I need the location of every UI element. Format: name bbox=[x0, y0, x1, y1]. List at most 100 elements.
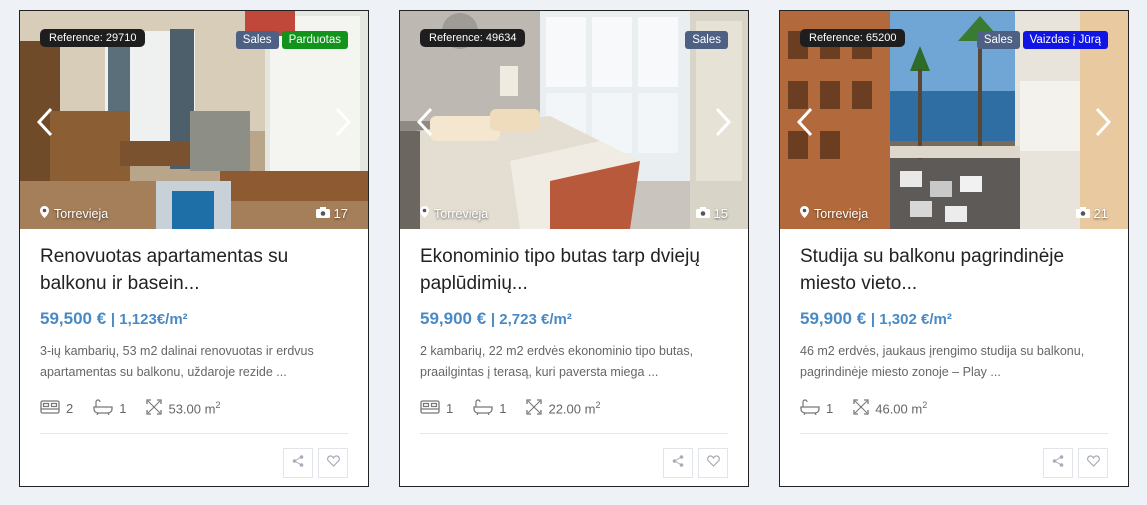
photo-count-label: 17 bbox=[333, 206, 348, 221]
listing-photo[interactable]: Reference: 29710 Sales Parduotas Torrevi… bbox=[20, 11, 368, 229]
chevron-right-icon[interactable] bbox=[712, 105, 734, 139]
camera-icon bbox=[315, 206, 330, 221]
camera-icon bbox=[695, 206, 710, 221]
share-icon bbox=[292, 454, 304, 472]
listing-price: 59,900 € | 2,723 €/m² bbox=[420, 309, 728, 329]
bedrooms-feature: 1 bbox=[420, 399, 454, 417]
share-button[interactable] bbox=[1043, 448, 1073, 478]
location: Torrevieja bbox=[420, 206, 488, 221]
photo-count-label: 21 bbox=[1093, 206, 1108, 221]
chevron-left-icon[interactable] bbox=[794, 105, 816, 139]
listing-card[interactable]: Reference: 29710 Sales Parduotas Torrevi… bbox=[19, 10, 369, 487]
listing-title[interactable]: Renovuotas apartamentas su balkonu ir ba… bbox=[40, 243, 348, 297]
area-value: 46.00 m2 bbox=[875, 400, 927, 416]
bath-icon bbox=[93, 398, 113, 418]
area-unit-sup: 2 bbox=[922, 399, 928, 410]
area-icon bbox=[853, 398, 869, 418]
sold-tag: Parduotas bbox=[281, 31, 348, 49]
listing-description: 46 m2 erdvės, jaukaus įrengimo studija s… bbox=[800, 344, 1085, 379]
sales-tag: Sales bbox=[685, 31, 728, 49]
photo-count: 17 bbox=[315, 206, 348, 221]
listing-photo[interactable]: Reference: 65200 Sales Vaizdas į Jūrą To… bbox=[780, 11, 1128, 229]
map-pin-icon bbox=[420, 206, 429, 221]
card-actions bbox=[420, 448, 728, 478]
area-icon bbox=[526, 398, 543, 418]
price-value: 59,900 € bbox=[800, 309, 867, 328]
bathrooms-feature: 1 bbox=[93, 398, 126, 418]
reference-badge: Reference: 65200 bbox=[800, 29, 906, 47]
location-label: Torrevieja bbox=[434, 206, 489, 221]
photo-count: 15 bbox=[695, 206, 728, 221]
listing-price: 59,900 € | 1,302 €/m² bbox=[800, 309, 1108, 329]
bedrooms-count: 2 bbox=[66, 400, 74, 416]
chevron-left-icon[interactable] bbox=[414, 105, 436, 139]
divider bbox=[40, 433, 348, 434]
area-number: 53.00 m bbox=[168, 401, 216, 417]
bathrooms-count: 1 bbox=[826, 400, 834, 416]
bath-icon bbox=[800, 398, 820, 418]
listing-title[interactable]: Studija su balkonu pagrindinėje miesto v… bbox=[800, 243, 1108, 297]
share-button[interactable] bbox=[663, 448, 693, 478]
area-unit-sup: 2 bbox=[595, 399, 601, 410]
tag-list: Sales Vaizdas į Jūrą bbox=[976, 31, 1108, 49]
listing-description: 2 kambarių, 22 m2 erdvės ekonominio tipo… bbox=[420, 344, 694, 379]
favorite-button[interactable] bbox=[318, 448, 348, 478]
share-icon bbox=[1052, 454, 1064, 472]
sales-tag: Sales bbox=[235, 31, 279, 49]
heart-icon bbox=[326, 454, 340, 472]
listing-card[interactable]: Reference: 65200 Sales Vaizdas į Jūrą To… bbox=[779, 10, 1129, 487]
area-feature: 53.00 m2 bbox=[146, 398, 220, 418]
bathrooms-feature: 1 bbox=[800, 398, 834, 418]
share-button[interactable] bbox=[283, 448, 313, 478]
location-label: Torrevieja bbox=[54, 206, 109, 221]
area-unit-sup: 2 bbox=[215, 399, 221, 410]
divider bbox=[800, 433, 1108, 434]
favorite-button[interactable] bbox=[1078, 448, 1108, 478]
area-value: 22.00 m2 bbox=[548, 400, 600, 416]
chevron-right-icon[interactable] bbox=[332, 105, 354, 139]
listing-card[interactable]: Reference: 49634 Sales Torrevieja 15 Eko… bbox=[399, 10, 749, 487]
location: Torrevieja bbox=[800, 206, 868, 221]
chevron-right-icon[interactable] bbox=[1092, 105, 1114, 139]
camera-icon bbox=[1075, 206, 1090, 221]
price-value: 59,500 € bbox=[40, 309, 107, 328]
area-number: 22.00 m bbox=[548, 401, 596, 417]
divider bbox=[420, 433, 728, 434]
card-actions bbox=[800, 448, 1108, 478]
bathrooms-feature: 1 bbox=[473, 398, 507, 418]
bedrooms-count: 1 bbox=[446, 400, 454, 416]
listing-photo[interactable]: Reference: 49634 Sales Torrevieja 15 bbox=[400, 11, 748, 229]
share-icon bbox=[672, 454, 684, 472]
bed-icon bbox=[420, 399, 440, 417]
photo-count: 21 bbox=[1075, 206, 1108, 221]
area-icon bbox=[146, 398, 163, 418]
tag-list: Sales bbox=[685, 31, 728, 49]
listing-price: 59,500 € | 1,123€/m² bbox=[40, 309, 348, 329]
map-pin-icon bbox=[800, 206, 809, 221]
feature-list: 1 1 22.00 m2 bbox=[420, 397, 728, 419]
bedrooms-feature: 2 bbox=[40, 399, 74, 417]
heart-icon bbox=[1086, 454, 1100, 472]
area-value: 53.00 m2 bbox=[168, 400, 220, 416]
area-feature: 46.00 m2 bbox=[853, 398, 927, 418]
price-per-sqm: | 1,123€/m² bbox=[110, 311, 188, 328]
bed-icon bbox=[40, 399, 60, 417]
reference-badge: Reference: 49634 bbox=[420, 29, 526, 47]
location: Torrevieja bbox=[40, 206, 108, 221]
sea-view-tag: Vaizdas į Jūrą bbox=[1022, 31, 1108, 49]
listing-description: 3-ių kambarių, 53 m2 dalinai renovuotas … bbox=[40, 344, 314, 379]
chevron-left-icon[interactable] bbox=[34, 105, 56, 139]
tag-list: Sales Parduotas bbox=[235, 31, 348, 49]
bathrooms-count: 1 bbox=[499, 400, 507, 416]
heart-icon bbox=[706, 454, 720, 472]
reference-badge: Reference: 29710 bbox=[40, 29, 146, 47]
sales-tag: Sales bbox=[976, 31, 1020, 49]
map-pin-icon bbox=[40, 206, 49, 221]
favorite-button[interactable] bbox=[698, 448, 728, 478]
location-label: Torrevieja bbox=[814, 206, 869, 221]
area-feature: 22.00 m2 bbox=[526, 398, 600, 418]
feature-list: 1 46.00 m2 bbox=[800, 397, 1108, 419]
feature-list: 2 1 53.00 m2 bbox=[40, 397, 348, 419]
area-number: 46.00 m bbox=[875, 401, 923, 417]
listing-title[interactable]: Ekonominio tipo butas tarp dviejų paplūd… bbox=[420, 243, 728, 297]
